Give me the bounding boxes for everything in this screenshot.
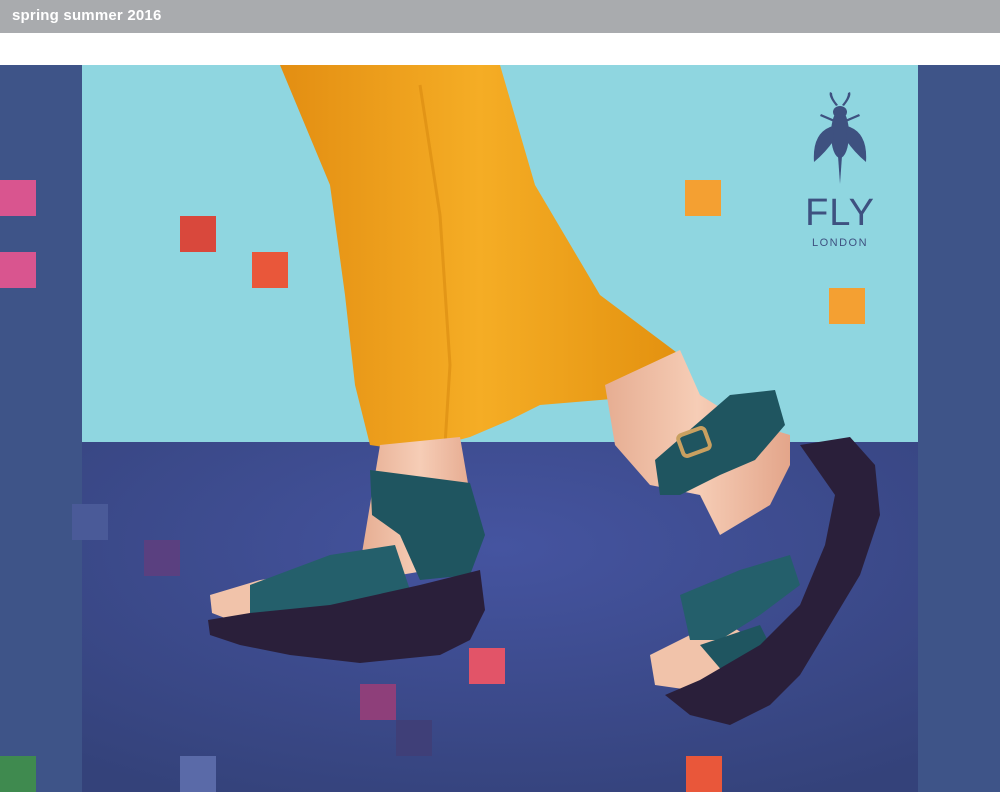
fly-insect-icon bbox=[813, 92, 867, 184]
blue-square bbox=[72, 504, 108, 540]
purple-square bbox=[144, 540, 180, 576]
pink-square bbox=[0, 252, 36, 288]
orange-square bbox=[686, 756, 722, 792]
red-square bbox=[180, 216, 216, 252]
coral-square bbox=[469, 648, 505, 684]
brand-subtitle: LONDON bbox=[811, 237, 869, 249]
pink-square bbox=[0, 180, 36, 216]
season-title: spring summer 2016 bbox=[12, 7, 162, 24]
navy-square bbox=[396, 720, 432, 756]
campaign-photo: FLY LONDON bbox=[0, 65, 1000, 792]
header-spacer bbox=[0, 33, 1000, 65]
brand-wordmark: FLY bbox=[805, 192, 875, 234]
green-square bbox=[0, 756, 36, 792]
top-bar: spring summer 2016 bbox=[0, 0, 1000, 33]
orange-square bbox=[685, 180, 721, 216]
orange-square bbox=[252, 252, 288, 288]
magenta-square bbox=[360, 684, 396, 720]
brand-logo: FLY LONDON bbox=[800, 92, 880, 262]
blue-square bbox=[180, 756, 216, 792]
orange-square bbox=[829, 288, 865, 324]
